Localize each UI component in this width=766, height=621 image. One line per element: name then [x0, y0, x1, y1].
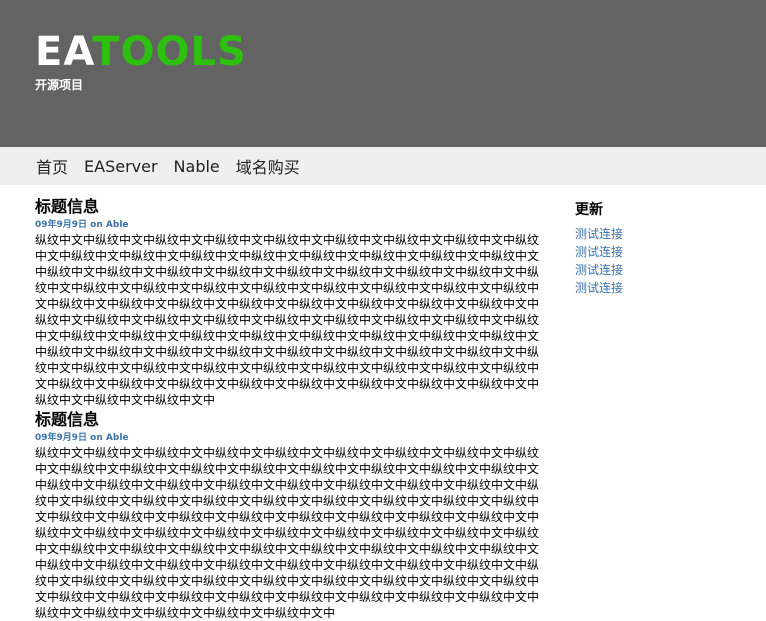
logo-text-primary: EA — [35, 29, 93, 75]
sidebar-title: 更新 — [575, 202, 603, 218]
nav-item-home[interactable]: 首页 — [36, 154, 68, 178]
nav-item-easerver[interactable]: EAServer — [84, 157, 158, 176]
nav-item-domain-purchase[interactable]: 域名购买 — [236, 154, 300, 178]
post-meta: 09年9月9日 on Able — [35, 220, 129, 230]
sidebar: 更新 测试连接 测试连接 测试连接 测试连接 — [575, 199, 725, 621]
sidebar-link[interactable]: 测试连接 — [575, 261, 725, 279]
main-nav: 首页 EAServer Nable 域名购买 — [0, 147, 766, 185]
site-logo[interactable]: EATOOLS — [35, 30, 247, 74]
site-tagline: 开源项目 — [35, 78, 84, 92]
nav-item-nable[interactable]: Nable — [174, 157, 220, 176]
post-title[interactable]: 标题信息 — [35, 197, 539, 217]
post-title[interactable]: 标题信息 — [35, 410, 539, 430]
post-item: 标题信息 09年9月9日 on Able 纵纹中文中纵纹中文中纵纹中文中纵纹中文… — [35, 410, 539, 621]
post-body: 纵纹中文中纵纹中文中纵纹中文中纵纹中文中纵纹中文中纵纹中文中纵纹中文中纵纹中文中… — [35, 233, 540, 407]
post-item: 标题信息 09年9月9日 on Able 纵纹中文中纵纹中文中纵纹中文中纵纹中文… — [35, 197, 539, 408]
sidebar-link[interactable]: 测试连接 — [575, 243, 725, 261]
post-body: 纵纹中文中纵纹中文中纵纹中文中纵纹中文中纵纹中文中纵纹中文中纵纹中文中纵纹中文中… — [35, 446, 540, 620]
sidebar-link[interactable]: 测试连接 — [575, 279, 725, 297]
sidebar-link[interactable]: 测试连接 — [575, 225, 725, 243]
logo-text-accent: TOOLS — [92, 29, 247, 75]
site-header: EATOOLS 开源项目 — [0, 0, 766, 147]
post-meta: 09年9月9日 on Able — [35, 433, 129, 443]
content-area: 标题信息 09年9月9日 on Able 纵纹中文中纵纹中文中纵纹中文中纵纹中文… — [0, 185, 766, 621]
main-column: 标题信息 09年9月9日 on Able 纵纹中文中纵纹中文中纵纹中文中纵纹中文… — [35, 185, 539, 621]
